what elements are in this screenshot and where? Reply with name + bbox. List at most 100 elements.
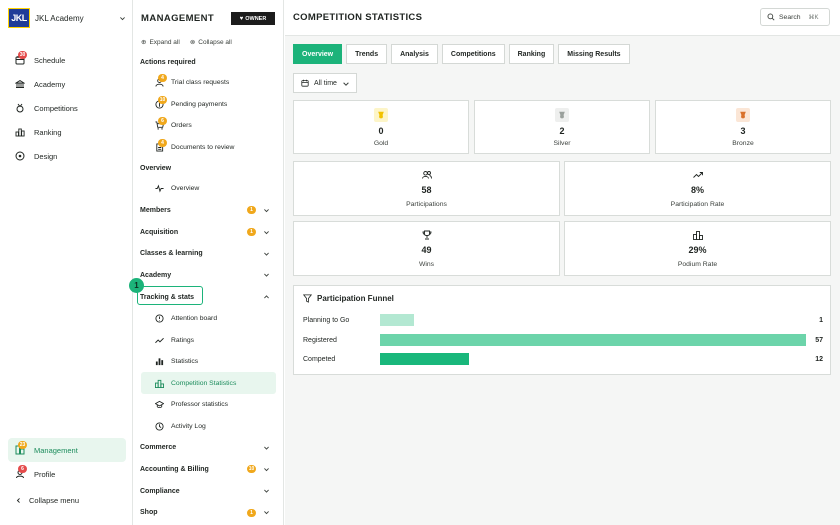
- stats-tabs: Overview Trends Analysis Competitions Ra…: [293, 44, 630, 64]
- nav-academy[interactable]: Academy: [8, 72, 126, 96]
- chevron-down-icon: [263, 466, 270, 473]
- funnel-bar: [380, 334, 806, 346]
- stat-value: 49: [421, 245, 432, 255]
- clock-icon: [155, 422, 164, 431]
- section-badge: 1: [247, 206, 256, 215]
- section-label: Commerce: [140, 444, 177, 452]
- overview-item[interactable]: Overview: [141, 178, 276, 200]
- academy-icon: [15, 79, 25, 89]
- section-compliance[interactable]: Compliance: [133, 480, 284, 502]
- app-sidebar: JKL JKL Academy 30 Schedule Academy Comp…: [0, 0, 133, 525]
- section-label: Shop: [140, 509, 158, 517]
- section-badge: 10: [247, 465, 256, 474]
- tab-trends[interactable]: Trends: [346, 44, 388, 64]
- search-button[interactable]: Search ⌘K: [760, 8, 830, 26]
- users-icon: [421, 170, 432, 180]
- nav-schedule[interactable]: 30 Schedule: [8, 48, 126, 72]
- tab-overview[interactable]: Overview: [293, 44, 343, 64]
- action-badge: 4: [158, 138, 167, 147]
- funnel-track: [380, 314, 806, 326]
- graduation-cap-icon: [155, 400, 164, 409]
- nav-label: Competitions: [34, 103, 78, 113]
- gold-medal-icon: [374, 108, 388, 122]
- app-nav-bottom: 23 Management 6 Profile: [8, 438, 126, 486]
- section-label: Members: [140, 206, 171, 214]
- collapse-menu-label: Collapse menu: [29, 496, 80, 505]
- bar-chart-icon: [155, 357, 164, 366]
- nav-label: Academy: [34, 79, 66, 89]
- section-acquisition[interactable]: Acquisition 1: [133, 221, 284, 243]
- action-badge: 4: [158, 74, 167, 83]
- section-classes-learning[interactable]: Classes & learning: [133, 243, 284, 265]
- nav-competitions[interactable]: Competitions: [8, 96, 126, 120]
- tracking-statistics[interactable]: Statistics: [141, 351, 276, 373]
- podium-icon: [155, 379, 164, 388]
- date-range-value: All time: [314, 79, 337, 87]
- nav-label: Ranking: [34, 127, 62, 137]
- tab-missing-results[interactable]: Missing Results: [558, 44, 630, 64]
- funnel-row: Registered 57: [303, 334, 823, 346]
- account-name: JKL Academy: [35, 13, 84, 23]
- nav-label: Schedule: [34, 55, 66, 65]
- medal-label: Gold: [373, 140, 389, 147]
- tracking-label: Statistics: [171, 358, 199, 366]
- tracking-attention-board[interactable]: Attention board: [141, 308, 276, 330]
- trophy-icon: [422, 230, 432, 240]
- stat-card-podium-rate: 29% Podium Rate: [564, 221, 831, 276]
- collapse-icon: ⊗: [189, 39, 196, 46]
- nav-ranking[interactable]: Ranking: [8, 120, 126, 144]
- tracking-professor-statistics[interactable]: Professor statistics: [141, 394, 276, 416]
- nav-management[interactable]: 23 Management: [8, 438, 126, 462]
- section-shop[interactable]: Shop 1: [133, 502, 284, 524]
- chevron-down-icon: [263, 488, 270, 495]
- nav-design[interactable]: Design: [8, 144, 126, 168]
- medal-card-silver: 2 Silver: [474, 100, 650, 154]
- nav-profile[interactable]: 6 Profile: [8, 462, 126, 486]
- collapse-menu-button[interactable]: Collapse menu: [15, 496, 79, 505]
- palette-icon: [15, 151, 25, 161]
- funnel-bar: [380, 353, 470, 365]
- tab-analysis[interactable]: Analysis: [391, 44, 438, 64]
- stat-value: 8%: [690, 185, 704, 195]
- academy-logo: JKL: [8, 8, 30, 28]
- step-marker: 1: [129, 278, 144, 293]
- expand-all-button[interactable]: ⊕ Expand all: [141, 38, 180, 47]
- tracking-competition-statistics[interactable]: Competition Statistics: [141, 372, 276, 394]
- person-icon: 4: [155, 74, 167, 87]
- section-accounting-billing[interactable]: Accounting & Billing 10: [133, 459, 284, 481]
- action-label: Orders: [171, 122, 192, 130]
- section-label: Classes & learning: [140, 250, 203, 258]
- action-label: Documents to review: [171, 143, 235, 151]
- account-switcher[interactable]: JKL JKL Academy: [8, 8, 126, 28]
- expand-controls: ⊕ Expand all ⊗ Collapse all: [141, 38, 232, 47]
- action-label: Trial class requests: [171, 79, 230, 87]
- funnel-row-value: 12: [815, 355, 823, 363]
- search-icon: [767, 13, 775, 21]
- competitions-icon: [15, 103, 25, 113]
- action-documents-to-review[interactable]: 4 Documents to review: [141, 137, 276, 159]
- section-academy[interactable]: Academy: [133, 265, 284, 287]
- action-trial-class-requests[interactable]: 4 Trial class requests: [141, 72, 276, 94]
- collapse-all-button[interactable]: ⊗ Collapse all: [189, 38, 232, 47]
- stat-label: Wins: [418, 261, 435, 268]
- section-members[interactable]: Members 1: [133, 200, 284, 222]
- section-commerce[interactable]: Commerce: [133, 437, 284, 459]
- stat-value: 58: [421, 185, 432, 195]
- tracking-activity-log[interactable]: Activity Log: [141, 415, 276, 437]
- tracking-ratings[interactable]: Ratings: [141, 329, 276, 351]
- action-pending-payments[interactable]: 10 Pending payments: [141, 94, 276, 116]
- search-shortcut: ⌘K: [808, 14, 819, 21]
- section-overview: Overview: [140, 164, 172, 172]
- action-badge: 10: [158, 95, 167, 104]
- pulse-icon: [155, 184, 164, 193]
- page-title: COMPETITION STATISTICS: [293, 12, 423, 23]
- tab-competitions[interactable]: Competitions: [441, 44, 505, 64]
- chevron-down-icon: [263, 444, 270, 451]
- chevron-down-icon: [263, 250, 270, 257]
- chevron-left-icon: [15, 497, 22, 504]
- action-orders[interactable]: 6 Orders: [141, 115, 276, 137]
- tab-ranking[interactable]: Ranking: [508, 44, 555, 64]
- chevron-down-icon: [263, 207, 270, 214]
- silver-medal-icon: [555, 108, 569, 122]
- date-range-select[interactable]: All time: [293, 73, 357, 93]
